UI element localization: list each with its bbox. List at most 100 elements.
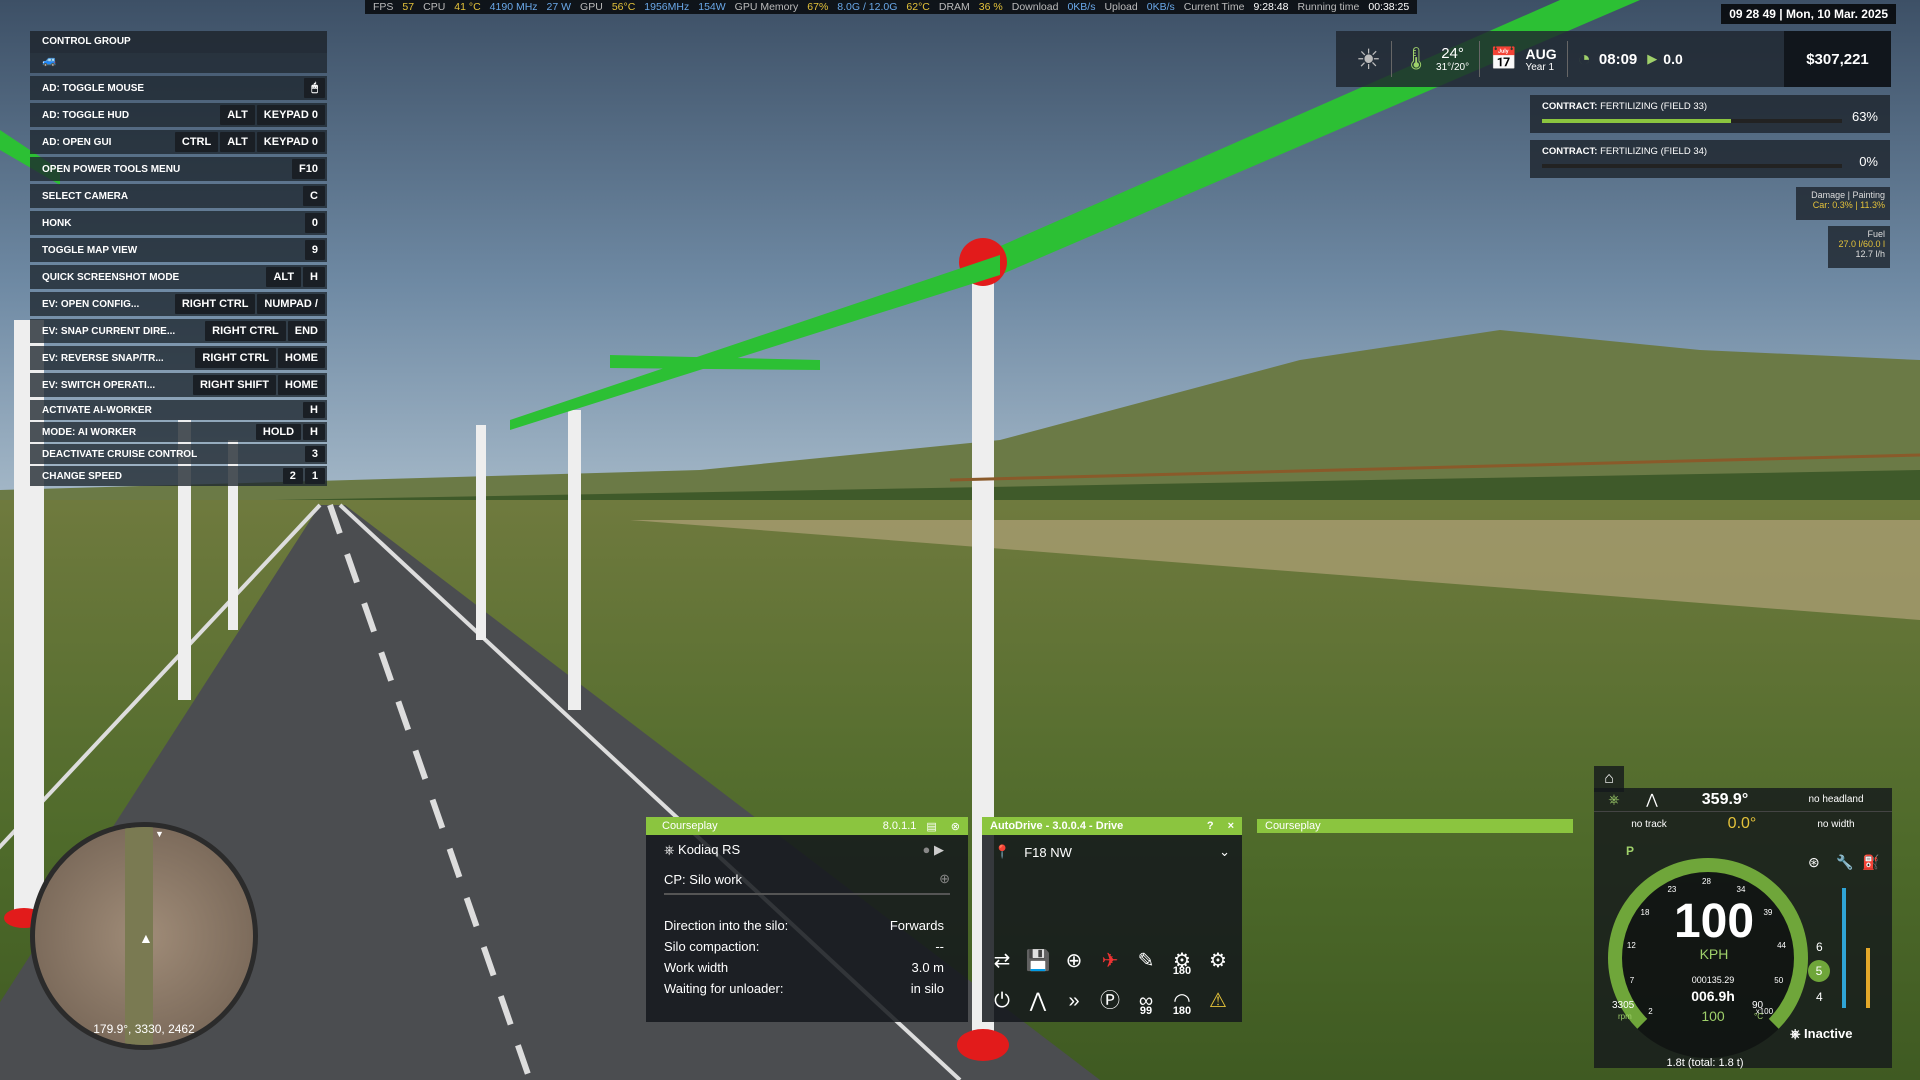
cpu-freq: 4190 MHz	[489, 1, 538, 13]
gauge-tick-label: 2	[1648, 1006, 1653, 1016]
gpu-mem: 8.0G / 12.0G	[837, 1, 898, 13]
keybind-label: ACTIVATE AI-WORKER	[42, 404, 152, 416]
road-icon[interactable]: ⋀	[1024, 987, 1052, 1015]
courseplay-panel: Courseplay 8.0.1.1 ▤ ⊗ ⎈ Kodiaq RS ● ▶ C…	[646, 817, 968, 1022]
keybind-row: OPEN POWER TOOLS MENU F10	[30, 157, 327, 181]
setting-label: Waiting for unloader:	[664, 981, 784, 996]
record-icon[interactable]: ●	[923, 842, 931, 857]
key-badge: HOLD	[255, 424, 302, 440]
download-label: Download	[1011, 1, 1059, 13]
gear-icon[interactable]: ⚙	[1204, 947, 1232, 975]
edit-pin-icon[interactable]: ✎	[1132, 947, 1160, 975]
courseplay-setting-row[interactable]: Waiting for unloader: in silo	[646, 978, 968, 999]
autodrive-help-button[interactable]: ?	[1207, 820, 1214, 832]
heading-offset: 0.0°	[1727, 815, 1757, 832]
steering-wheel-icon[interactable]: ⎈	[1594, 791, 1634, 808]
contract-percent: 0%	[1859, 154, 1878, 169]
keybind-label: CHANGE SPEED	[42, 470, 123, 482]
keybind-label: TOGGLE MAP VIEW	[42, 244, 138, 256]
speed-unit: KPH	[1699, 946, 1729, 962]
courseplay-setting-row[interactable]: Work width 3.0 m	[646, 957, 968, 978]
rpm-label: rpm	[1618, 1012, 1632, 1021]
courseplay-setting-row[interactable]: Direction into the silo: Forwards	[646, 915, 968, 936]
fuel-bar	[1842, 888, 1846, 1008]
autodrive-target: F18 NW	[1024, 844, 1072, 860]
parking-indicator-icon: P	[1626, 844, 1635, 858]
wrench-icon[interactable]: 🔧	[1836, 854, 1853, 871]
width-status: no width	[1817, 818, 1855, 830]
record-arrows-icon[interactable]: ⇄	[988, 947, 1016, 975]
gauge-tick-label: 34	[1736, 885, 1746, 895]
autodrive-header: AutoDrive - 3.0.0.4 - Drive ? ×	[982, 817, 1242, 835]
divider	[1566, 41, 1568, 77]
control-rows: AD: TOGGLE MOUSE 🖱 AD: TOGGLE HUD ALT KEYPAD…	[30, 76, 327, 397]
gauge-tick-label: 7	[1629, 976, 1635, 986]
courseplay-job-row: CP: Silo work ⊕	[664, 865, 950, 895]
contract-percent: 63%	[1851, 109, 1878, 124]
tractor-icon[interactable]: ⚙ 180	[1168, 947, 1196, 977]
damage-value: Car: 0.3% | 11.3%	[1812, 200, 1885, 210]
keybind-label: HONK	[42, 217, 72, 229]
setting-label: Direction into the silo:	[664, 918, 789, 933]
keybind-label: QUICK SCREENSHOT MODE	[42, 271, 180, 283]
fast-forward-icon[interactable]: »	[1060, 987, 1088, 1015]
setting-label: Work width	[664, 960, 729, 975]
key-badge: 2	[282, 468, 303, 484]
remove-route-icon[interactable]: ✈	[1096, 947, 1124, 975]
gear-high: 6	[1816, 940, 1823, 954]
heading: 359.9°	[1701, 790, 1749, 808]
autodrive-close-button[interactable]: ×	[1228, 820, 1234, 832]
month: AUG	[1525, 45, 1557, 62]
loop-icon[interactable]: ∞ 99	[1132, 987, 1160, 1017]
fuel-pump-icon: ⛽	[1862, 854, 1880, 870]
keybind-row: CHANGE SPEED 2 1	[30, 466, 327, 486]
warning-icon[interactable]: ⚠	[1204, 987, 1232, 1015]
key-badge: RIGHT SHIFT	[192, 375, 276, 395]
keybind-row: EV: REVERSE SNAP/TR... RIGHT CTRL HOME	[30, 346, 327, 370]
damage-title: Damage | Painting	[1811, 190, 1885, 200]
courseplay-close-icon[interactable]: ⊗	[951, 820, 960, 833]
control-group-panel: CONTROL GROUP 🚙 AD: TOGGLE MOUSE 🖱 AD: TOG…	[30, 31, 327, 488]
sun-icon: ☀	[1356, 43, 1382, 75]
keybind-label: SELECT CAMERA	[42, 190, 129, 202]
target-icon[interactable]: ⊕	[939, 871, 950, 887]
timescale-value: 0.0	[1663, 51, 1683, 67]
download-value: 0KB/s	[1067, 1, 1096, 13]
chevron-down-icon[interactable]: ⌄	[1219, 844, 1230, 860]
keybind-row: AD: TOGGLE MOUSE 🖱	[30, 76, 327, 100]
gauge-tick-label: 44	[1777, 941, 1786, 951]
speed-icon[interactable]: ◠ 180	[1168, 987, 1196, 1017]
parking-icon[interactable]: Ⓟ	[1096, 987, 1124, 1015]
sprayer-icon[interactable]: ⊛	[1808, 854, 1820, 871]
damage-panel: Damage | Painting Car: 0.3% | 11.3%	[1796, 187, 1890, 220]
speed-value: 100	[1673, 895, 1755, 948]
cpu-temp: 41 °C	[454, 1, 481, 13]
key-badge: F10	[292, 159, 325, 179]
contract-prefix: CONTRACT:	[1542, 146, 1598, 157]
minimap[interactable]: ▲ ▼ 179.9°, 3330, 2462	[30, 822, 258, 1050]
key-badge: H	[303, 424, 325, 440]
add-pin-icon[interactable]: ⊕	[1060, 947, 1088, 975]
courseplay-save-icon[interactable]: ▤	[926, 820, 936, 833]
timescale-icon[interactable]: ▶	[1647, 51, 1657, 67]
save-icon[interactable]: 💾	[1024, 947, 1052, 975]
clock-icon: ◔	[1577, 46, 1591, 71]
gear-current: 5	[1808, 960, 1830, 982]
power-icon[interactable]: ⏻	[988, 987, 1016, 1015]
guidance-row-bottom: no track 0.0° no width	[1594, 812, 1892, 836]
courseplay-setting-row[interactable]: Silo compaction: --	[646, 936, 968, 957]
keybind-row: EV: OPEN CONFIG... RIGHT CTRL NUMPAD /	[30, 292, 327, 316]
gauge-tick-label: 50	[1774, 976, 1784, 986]
key-badge: KEYPAD 0	[256, 105, 325, 125]
environment-hud: ☀ 🌡 24° 31°/20° 📅 AUG Year 1 ◔ 08:09 ▶ 0…	[1336, 31, 1891, 87]
autodrive-target-row[interactable]: 📍 F18 NW ⌄	[982, 835, 1242, 869]
keybind-row: MODE: AI WORKER HOLD H	[30, 422, 327, 442]
job-name[interactable]: CP: Silo work	[664, 872, 742, 887]
play-icon[interactable]: ▶	[934, 842, 944, 857]
contract-0: CONTRACT: FERTILIZING (FIELD 33) 63%	[1530, 95, 1890, 133]
gauge-tick-label: 18	[1640, 908, 1650, 918]
gpu-mem-label: GPU Memory	[734, 1, 799, 13]
setting-value: Forwards	[889, 918, 944, 933]
temperature-block: 24° 31°/20°	[1436, 45, 1469, 73]
keybind-row: DEACTIVATE CRUISE CONTROL 3	[30, 444, 327, 464]
